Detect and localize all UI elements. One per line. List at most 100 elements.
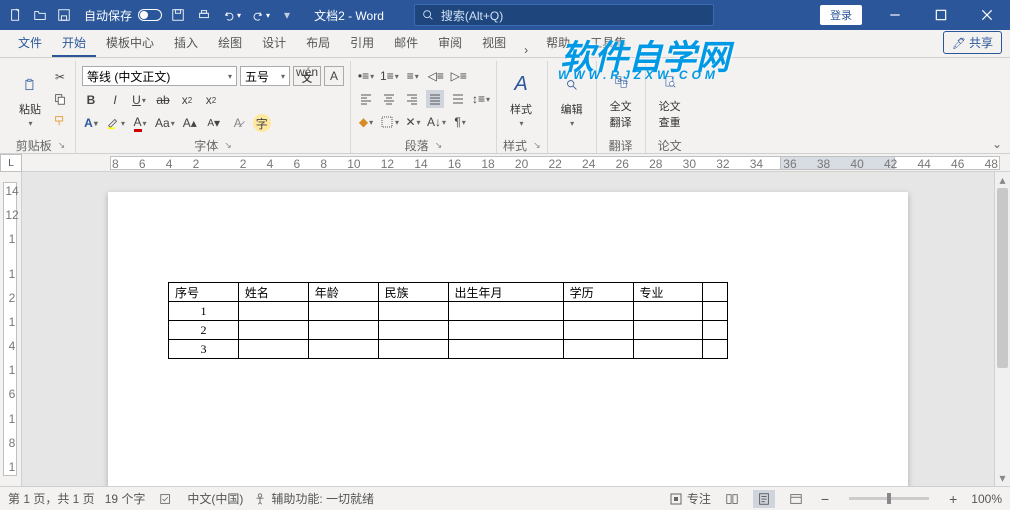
subscript-icon[interactable]: x2 <box>178 91 196 109</box>
tab-overflow[interactable]: › <box>516 43 536 57</box>
table-cell[interactable]: 1 <box>169 302 239 321</box>
numbering-icon[interactable]: 1≡▾ <box>380 67 399 85</box>
collapse-ribbon-icon[interactable]: ⌄ <box>988 137 1006 151</box>
format-painter-icon[interactable] <box>51 112 69 130</box>
qat-save2-icon[interactable] <box>170 7 186 23</box>
table-cell[interactable] <box>308 340 378 359</box>
phonetic-guide-icon[interactable]: wén文 <box>293 66 321 86</box>
styles-button[interactable]: A 样式 ▾ <box>503 69 539 130</box>
align-center-icon[interactable] <box>380 90 398 108</box>
shading-icon[interactable]: ◆▾ <box>357 113 375 131</box>
qat-print-icon[interactable] <box>196 7 212 23</box>
table-header-cell[interactable] <box>703 283 728 302</box>
table-cell[interactable] <box>238 340 308 359</box>
bullets-icon[interactable]: •≡▾ <box>357 67 375 85</box>
font-color-icon[interactable]: A▾ <box>131 114 149 132</box>
table-row[interactable]: 1 <box>169 302 728 321</box>
table-cell[interactable] <box>308 321 378 340</box>
distribute-icon[interactable] <box>449 90 467 108</box>
table-row[interactable]: 3 <box>169 340 728 359</box>
paste-button[interactable]: 粘贴 ▾ <box>12 69 48 130</box>
table-cell[interactable] <box>308 302 378 321</box>
tab-mailings[interactable]: 邮件 <box>384 28 428 57</box>
scroll-thumb[interactable] <box>997 188 1008 368</box>
table-cell[interactable] <box>448 321 563 340</box>
clipboard-launcher[interactable]: ↘ <box>58 140 66 151</box>
qat-customize[interactable]: ▾ <box>284 8 290 22</box>
table-cell[interactable] <box>378 321 448 340</box>
zoom-out[interactable]: − <box>817 491 833 507</box>
table-cell[interactable] <box>238 321 308 340</box>
zoom-slider[interactable] <box>849 497 929 500</box>
qat-save-icon[interactable] <box>56 7 72 23</box>
login-button[interactable]: 登录 <box>820 5 862 25</box>
table-cell[interactable] <box>378 302 448 321</box>
font-size-combo[interactable]: 五号▾ <box>240 66 290 86</box>
char-border-icon[interactable]: A <box>324 66 344 86</box>
change-case-icon[interactable]: Aa▾ <box>155 114 175 132</box>
font-launcher[interactable]: ↘ <box>224 140 232 151</box>
table-cell[interactable] <box>703 321 728 340</box>
font-name-combo[interactable]: 等线 (中文正文)▾ <box>82 66 237 86</box>
table-cell[interactable] <box>448 340 563 359</box>
text-effects-icon[interactable]: A▾ <box>82 114 100 132</box>
table-cell[interactable] <box>563 302 633 321</box>
editing-button[interactable]: 编辑 ▾ <box>554 69 590 130</box>
table-cell[interactable] <box>448 302 563 321</box>
decrease-indent-icon[interactable]: ◁≡ <box>427 67 445 85</box>
tab-tools[interactable]: 工具集 <box>580 28 636 57</box>
highlight-icon[interactable]: ▾ <box>106 114 125 132</box>
table-header-cell[interactable]: 姓名 <box>238 283 308 302</box>
align-right-icon[interactable] <box>403 90 421 108</box>
shrink-font-icon[interactable]: A▾ <box>205 114 223 132</box>
tab-draw[interactable]: 绘图 <box>208 28 252 57</box>
table-header-cell[interactable]: 年龄 <box>308 283 378 302</box>
data-table[interactable]: 序号姓名年龄民族出生年月学历专业 123 <box>168 282 728 359</box>
qat-new-icon[interactable] <box>8 7 24 23</box>
bold-icon[interactable]: B <box>82 91 100 109</box>
tab-template[interactable]: 模板中心 <box>96 28 164 57</box>
vertical-scrollbar[interactable]: ▴ ▾ <box>994 172 1010 486</box>
table-row[interactable]: 2 <box>169 321 728 340</box>
search-box[interactable]: 搜索(Alt+Q) <box>414 4 714 26</box>
table-cell[interactable] <box>703 340 728 359</box>
table-cell[interactable]: 3 <box>169 340 239 359</box>
tab-help[interactable]: 帮助 <box>536 28 580 57</box>
table-header-cell[interactable]: 学历 <box>563 283 633 302</box>
tab-layout[interactable]: 布局 <box>296 28 340 57</box>
scroll-up-icon[interactable]: ▴ <box>995 172 1010 188</box>
copy-icon[interactable] <box>51 90 69 108</box>
scroll-down-icon[interactable]: ▾ <box>995 470 1010 486</box>
superscript-icon[interactable]: x2 <box>202 91 220 109</box>
tab-selector[interactable]: L <box>0 154 22 172</box>
table-cell[interactable] <box>633 321 703 340</box>
align-left-icon[interactable] <box>357 90 375 108</box>
tab-home[interactable]: 开始 <box>52 28 96 57</box>
tab-references[interactable]: 引用 <box>340 28 384 57</box>
table-cell[interactable] <box>633 340 703 359</box>
styles-launcher[interactable]: ↘ <box>533 140 541 151</box>
document-canvas[interactable]: 序号姓名年龄民族出生年月学历专业 123 <box>22 172 994 486</box>
tab-view[interactable]: 视图 <box>472 28 516 57</box>
grow-font-icon[interactable]: A▴ <box>181 114 199 132</box>
focus-mode[interactable]: 专注 <box>669 490 711 507</box>
tab-file[interactable]: 文件 <box>8 28 52 57</box>
table-cell[interactable] <box>378 340 448 359</box>
thesis-check-button[interactable]: 论文 查重 <box>652 66 688 132</box>
window-minimize[interactable] <box>872 0 918 30</box>
strikethrough-icon[interactable]: ab <box>154 91 172 109</box>
table-cell[interactable] <box>238 302 308 321</box>
table-header-cell[interactable]: 序号 <box>169 283 239 302</box>
zoom-in[interactable]: + <box>945 491 961 507</box>
table-header-cell[interactable]: 民族 <box>378 283 448 302</box>
spellcheck-icon[interactable] <box>155 490 177 508</box>
web-layout-icon[interactable] <box>785 490 807 508</box>
status-wordcount[interactable]: 19 个字 <box>105 490 146 507</box>
tab-design[interactable]: 设计 <box>252 28 296 57</box>
borders-icon[interactable]: ▾ <box>380 113 399 131</box>
line-spacing-icon[interactable]: ↕≡▾ <box>472 90 490 108</box>
qat-open-icon[interactable] <box>32 7 48 23</box>
window-close[interactable] <box>964 0 1010 30</box>
translate-button[interactable]: a中 全文 翻译 <box>603 66 639 132</box>
tab-review[interactable]: 审阅 <box>428 28 472 57</box>
